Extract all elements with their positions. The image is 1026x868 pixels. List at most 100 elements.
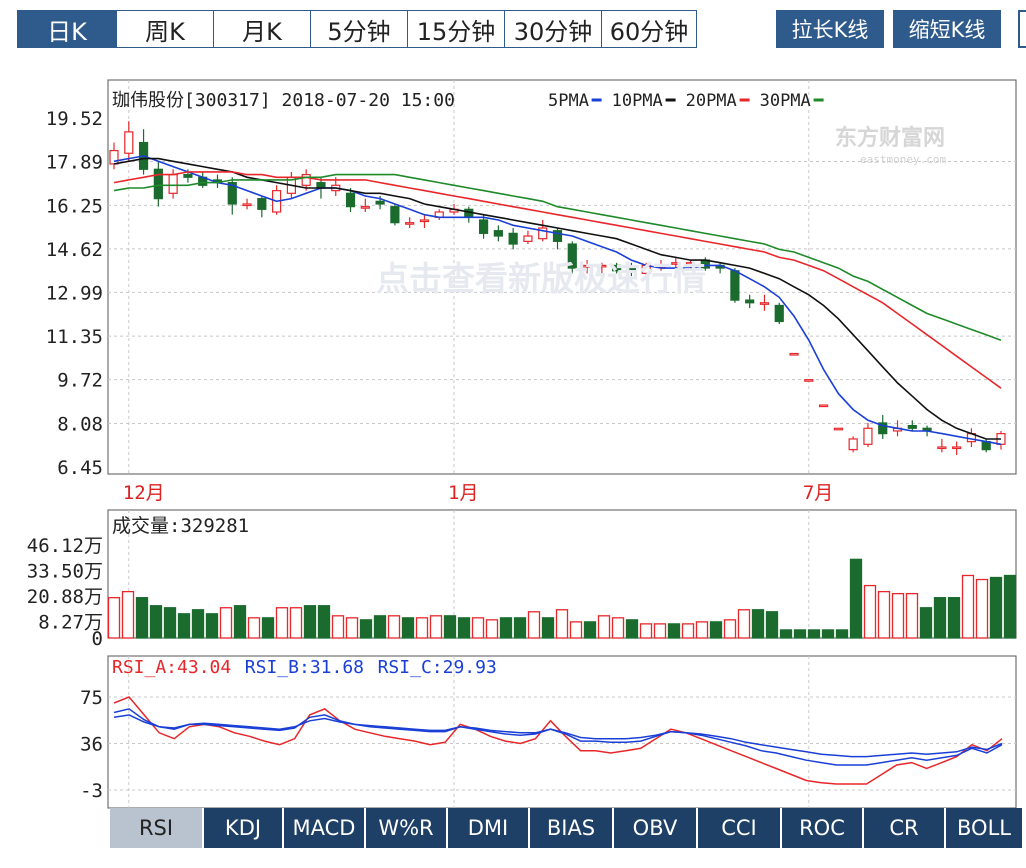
volume-bar (261, 617, 275, 639)
candle-body (345, 192, 356, 208)
candle-body (478, 219, 489, 234)
volume-bar (443, 615, 457, 639)
candlestick (198, 171, 208, 188)
volume-bar (695, 621, 709, 639)
volume-bar (975, 578, 989, 639)
candlestick (833, 427, 843, 431)
volume-bar (667, 623, 681, 639)
candle-body (124, 131, 134, 154)
candlestick (774, 302, 784, 325)
tab-indicator-dmi[interactable]: DMI (446, 808, 528, 848)
price-tick-label: 6.45 (57, 457, 103, 479)
candlestick (464, 206, 474, 223)
volume-bar (471, 617, 485, 639)
tab-indicator-roc[interactable]: ROC (780, 808, 862, 848)
candlestick (878, 414, 888, 439)
volume-bar (877, 590, 891, 639)
volume-bar (177, 613, 191, 639)
rsi-legend-label: RSI_A:43.04 (112, 657, 231, 678)
price-tick-label: 14.62 (46, 239, 103, 261)
candlestick (124, 121, 134, 162)
tab-indicator-boll[interactable]: BOLL (944, 808, 1022, 848)
volume-bar (681, 623, 695, 639)
volume-bar (933, 597, 947, 639)
volume-header: 成交量:329281 (112, 515, 249, 537)
candle-body (907, 425, 917, 429)
volume-bar (555, 609, 569, 639)
volume-bar (303, 605, 317, 639)
price-tick-label: 9.72 (57, 370, 103, 392)
volume-bar (163, 607, 177, 639)
volume-bar (219, 607, 233, 639)
tab-indicator-macd[interactable]: MACD (282, 808, 364, 848)
candlestick (390, 203, 400, 226)
candle-body (419, 219, 430, 223)
candle-body (523, 235, 533, 242)
candle-body (937, 446, 947, 450)
candlestick (818, 404, 829, 408)
legend-label: 5PMA (548, 91, 589, 111)
candlestick (523, 230, 533, 245)
volume-bar (737, 609, 751, 639)
tab-indicator-cr[interactable]: CR (862, 808, 944, 848)
volume-bar (947, 597, 961, 639)
candle-body (257, 198, 267, 210)
volume-bar (723, 619, 737, 639)
tab-indicator-cci[interactable]: CCI (696, 808, 780, 848)
volume-bar (527, 611, 541, 639)
volume-bar (275, 607, 289, 639)
candlestick (109, 142, 119, 170)
volume-bar (569, 621, 583, 639)
candlestick (434, 209, 444, 221)
price-tick-label: 11.35 (46, 326, 103, 348)
chart-title: 珈伟股份[300317] 2018-07-20 15:00 (112, 90, 455, 111)
volume-tick-label: 33.50万 (27, 560, 103, 582)
month-tick-label: 1月 (448, 482, 478, 504)
volume-bar (779, 629, 793, 639)
volume-bar (331, 615, 345, 639)
tab-indicator-rsi[interactable]: RSI (110, 808, 202, 848)
volume-bar (499, 617, 513, 639)
rsi-legend-label: RSI_B:31.68 (245, 657, 364, 678)
volume-bar (387, 615, 401, 639)
price-tick-label: 12.99 (46, 282, 103, 304)
candle-body (375, 200, 385, 205)
volume-bar (765, 611, 779, 639)
candle-body (390, 206, 400, 224)
tab-indicator-kdj[interactable]: KDJ (202, 808, 282, 848)
volume-bar (247, 617, 261, 639)
volume-bar (849, 558, 863, 639)
candle-body (818, 404, 829, 408)
volume-bar (821, 629, 835, 639)
candlestick (996, 430, 1006, 450)
candle-body (464, 208, 474, 218)
volume-bar (905, 592, 919, 639)
volume-bar (919, 607, 933, 639)
volume-bar (863, 584, 877, 639)
price-tick-label: 17.89 (46, 152, 103, 174)
candlestick (966, 428, 977, 447)
volume-tick-label: 46.12万 (27, 535, 103, 557)
candle-body (168, 174, 178, 194)
candlestick (730, 268, 740, 303)
candlestick (493, 225, 503, 242)
volume-bar (961, 574, 975, 639)
candlestick (759, 294, 770, 311)
rsi-tick-label: 75 (80, 687, 103, 709)
tab-indicator-bias[interactable]: BIAS (528, 808, 612, 848)
candlestick (745, 294, 755, 309)
tab-indicator-obv[interactable]: OBV (612, 808, 696, 848)
candle-body (360, 206, 370, 209)
volume-bar (191, 609, 205, 639)
volume-bar (989, 576, 1003, 639)
tab-indicator-wpctr[interactable]: W%R (364, 808, 446, 848)
candle-body (730, 270, 740, 301)
volume-bar (835, 629, 849, 639)
volume-bar (653, 623, 667, 639)
volume-bar (359, 619, 373, 639)
volume-bar (891, 592, 905, 639)
candle-body (301, 174, 311, 186)
volume-bar (751, 609, 765, 639)
candle-body (405, 222, 415, 225)
candle-body (848, 438, 858, 451)
